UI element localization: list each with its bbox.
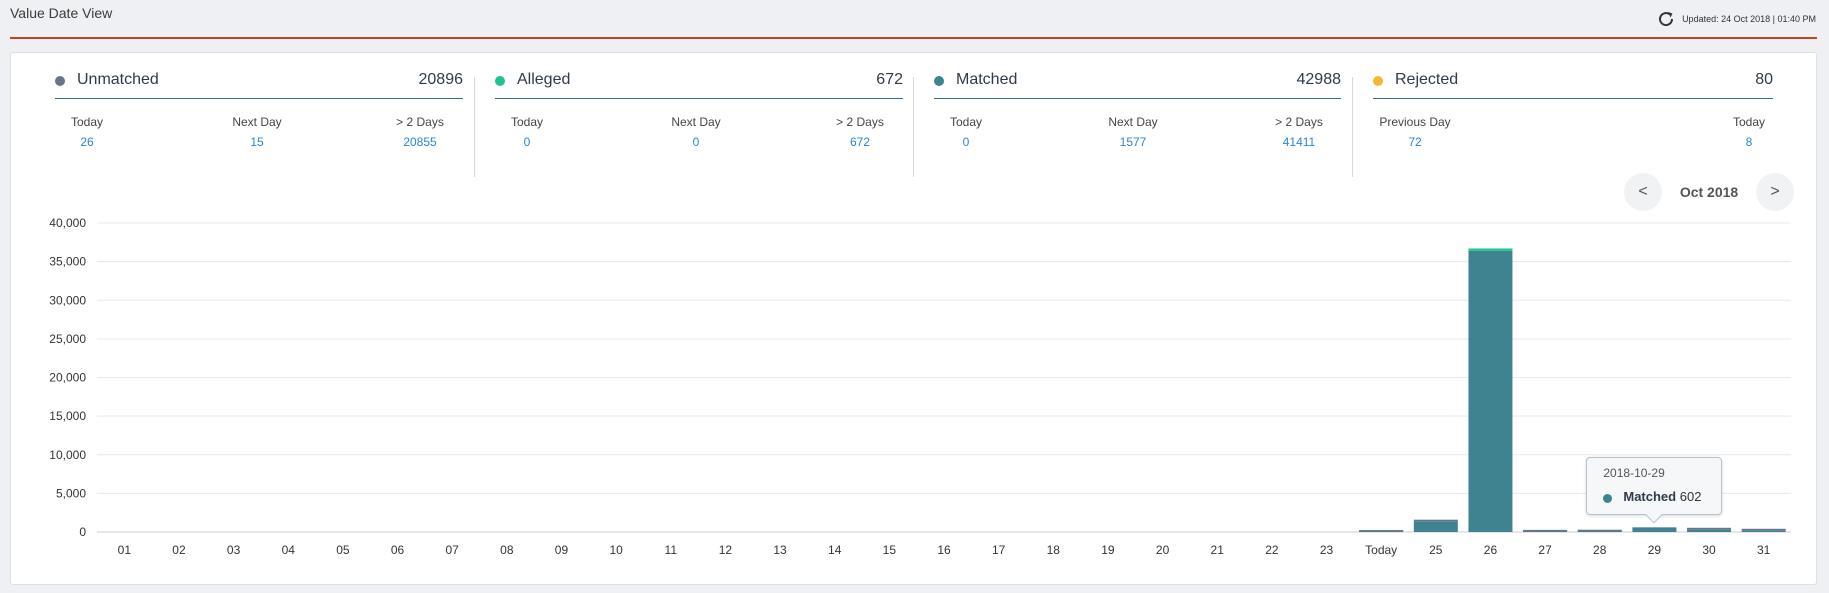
y-tick-label: 35,000 [49, 255, 86, 269]
x-tick-label: 23 [1320, 543, 1334, 557]
x-tick-label: 28 [1593, 543, 1607, 557]
x-tick-label: 10 [609, 543, 623, 557]
chart-grid [97, 222, 1791, 533]
bar-unmatched-27[interactable] [1523, 529, 1568, 532]
x-tick-label: 19 [1101, 543, 1115, 557]
x-tick-label: 27 [1538, 543, 1552, 557]
x-tick-label: 13 [773, 543, 787, 557]
y-tick-label: 10,000 [49, 448, 86, 462]
bar-matched-31[interactable] [1741, 530, 1786, 532]
x-tick-label: 21 [1211, 543, 1225, 557]
x-tick-label: 03 [227, 543, 241, 557]
updated-status: Updated: 24 Oct 2018 | 01:40 PM [1656, 9, 1816, 29]
tooltip-series: Matched [1623, 489, 1677, 505]
page-header: Value Date View Updated: 24 Oct 2018 | 0… [0, 0, 1829, 39]
x-tick-label: 31 [1757, 543, 1771, 557]
bar-matched-25[interactable] [1413, 521, 1458, 532]
x-tick-label: 22 [1265, 543, 1279, 557]
x-tick-label: 05 [336, 543, 350, 557]
x-tick-label: 25 [1429, 543, 1443, 557]
x-tick-label: 14 [828, 543, 842, 557]
y-tick-label: 40,000 [49, 216, 86, 230]
matched-dot-icon [1603, 494, 1613, 504]
y-tick-label: 30,000 [49, 293, 86, 307]
x-tick-label: 06 [391, 543, 405, 557]
y-tick-label: 5,000 [56, 486, 86, 500]
x-tick-label: 12 [719, 543, 733, 557]
bar-matched-30[interactable] [1687, 529, 1732, 532]
x-tick-label: 01 [118, 543, 132, 557]
bar-unmatched-30[interactable] [1687, 527, 1732, 530]
y-tick-label: 15,000 [49, 409, 86, 423]
x-tick-label: 26 [1484, 543, 1498, 557]
x-tick-label: Today [1365, 543, 1397, 557]
x-tick-label: 08 [500, 543, 514, 557]
bar-matched-29[interactable] [1632, 527, 1677, 532]
bar-unmatched-31[interactable] [1741, 528, 1786, 531]
x-axis-ticks: 01 02 03 04 05 06 07 08 09 10 11 12 13 14 15 16 17 18 19 20… [118, 543, 1771, 557]
x-tick-label: 04 [282, 543, 296, 557]
tooltip-date: 2018-10-29 [1603, 466, 1665, 481]
updated-text: Updated: 24 Oct 2018 | 01:40 PM [1682, 14, 1816, 24]
x-tick-label: 29 [1648, 543, 1662, 557]
tooltip-value: 602 [1679, 489, 1702, 505]
x-tick-label: 15 [883, 543, 897, 557]
bar-alleged-26[interactable] [1468, 248, 1513, 251]
x-tick-label: 30 [1702, 543, 1716, 557]
x-tick-label: 02 [172, 543, 186, 557]
x-tick-label: 11 [665, 543, 678, 557]
bar-unmatched-28[interactable] [1577, 529, 1622, 532]
x-tick-label: 16 [937, 543, 951, 557]
page-title: Value Date View [10, 5, 113, 21]
x-tick-label: 18 [1047, 543, 1061, 557]
y-tick-label: 0 [79, 525, 86, 539]
refresh-icon[interactable] [1656, 9, 1676, 29]
y-tick-label: 20,000 [49, 371, 86, 385]
x-tick-label: 20 [1156, 543, 1170, 557]
x-tick-label: 17 [992, 543, 1006, 557]
bar-unmatched-today[interactable] [1359, 530, 1404, 532]
y-axis-ticks: 0 5,000 10,000 15,000 20,000 25,000 30,000 35,0… [49, 216, 86, 539]
bar-unmatched-25[interactable] [1413, 519, 1458, 522]
chart-tooltip: 2018-10-29 Matched 602 [1586, 457, 1723, 524]
x-tick-label: 07 [446, 543, 460, 557]
value-date-chart[interactable]: 0 5,000 10,000 15,000 20,000 25,000 30,000 35,0… [11, 53, 1818, 586]
header-divider [10, 37, 1817, 39]
y-tick-label: 25,000 [49, 332, 86, 346]
value-date-card: Unmatched 20896 Today 26 Next Day 15 > 2… [10, 52, 1817, 585]
x-tick-label: 09 [555, 543, 569, 557]
tooltip-line: Matched 602 [1623, 489, 1701, 504]
bar-matched-26[interactable] [1468, 250, 1513, 532]
